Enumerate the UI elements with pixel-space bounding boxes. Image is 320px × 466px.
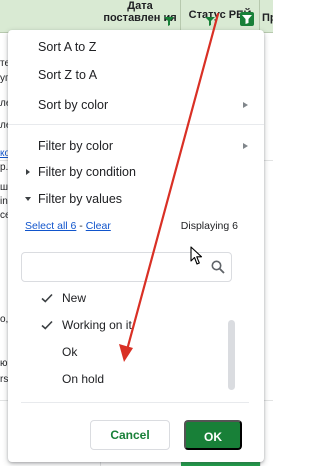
column-header-date[interactable]: Дата поставлен ия [100, 0, 181, 33]
value-item-on-hold[interactable]: On hold [8, 366, 264, 392]
menu-item-label: Filter by color [38, 139, 114, 153]
menu-item-label: Sort by color [38, 98, 109, 112]
values-scrollbar[interactable] [228, 320, 235, 390]
checkmark-icon [41, 320, 53, 330]
header-row: Дата поставлен ия Статус РЕЙ Пр [0, 0, 273, 33]
menu-item-label: Sort A to Z [38, 40, 97, 54]
menu-item-sort-z-a[interactable]: Sort Z to A [8, 62, 264, 88]
filter-icon[interactable] [164, 16, 174, 26]
value-item-label: On hold [62, 372, 105, 386]
menu-item-sort-by-color[interactable]: Sort by color [8, 92, 264, 118]
select-all-link[interactable]: Select all 6 [25, 220, 76, 232]
cell-fragment: ш [0, 182, 9, 193]
menu-separator [21, 402, 249, 403]
menu-item-filter-by-condition[interactable]: Filter by condition [8, 159, 264, 185]
submenu-arrow-icon [243, 143, 248, 149]
menu-item-label: Filter by condition [38, 165, 136, 179]
value-item-ok[interactable]: Ok [8, 339, 264, 365]
filter-icon[interactable] [205, 16, 215, 26]
active-filter-button[interactable] [240, 12, 254, 26]
value-item-working-on-it[interactable]: Working on it [8, 312, 264, 338]
expanded-arrow-icon [25, 197, 31, 201]
column-header-next[interactable]: Пр [260, 0, 273, 33]
clear-link[interactable]: Clear [86, 220, 111, 232]
value-item-new[interactable]: New [8, 285, 264, 311]
collapsed-arrow-icon [26, 169, 30, 175]
displaying-count: Displaying 6 [180, 220, 238, 232]
menu-separator [8, 124, 264, 125]
search-icon[interactable] [211, 260, 225, 274]
column-header-next-text: Пр [262, 12, 273, 24]
mouse-pointer-icon [190, 246, 203, 265]
value-item-label: Working on it [62, 318, 132, 332]
link-separator: - [76, 220, 86, 232]
value-item-label: New [62, 291, 87, 305]
menu-item-sort-a-z[interactable]: Sort A to Z [8, 34, 264, 60]
submenu-arrow-icon [243, 102, 248, 108]
filter-menu: Sort A to Z Sort Z to A Sort by color Fi… [8, 30, 264, 462]
menu-item-filter-by-color[interactable]: Filter by color [8, 133, 264, 159]
value-item-label: Ok [62, 345, 78, 359]
menu-item-label: Sort Z to A [38, 68, 98, 82]
cell-fragment: ю [0, 358, 8, 369]
filter-active-icon [242, 15, 252, 24]
ok-button[interactable]: OK [184, 420, 242, 450]
checkmark-icon [41, 293, 53, 303]
menu-item-filter-by-values[interactable]: Filter by values [8, 186, 264, 212]
cell-fragment: in [0, 196, 8, 207]
cancel-button[interactable]: Cancel [90, 420, 170, 450]
menu-item-label: Filter by values [38, 192, 123, 206]
select-links: Select all 6 - Clear [25, 220, 111, 232]
